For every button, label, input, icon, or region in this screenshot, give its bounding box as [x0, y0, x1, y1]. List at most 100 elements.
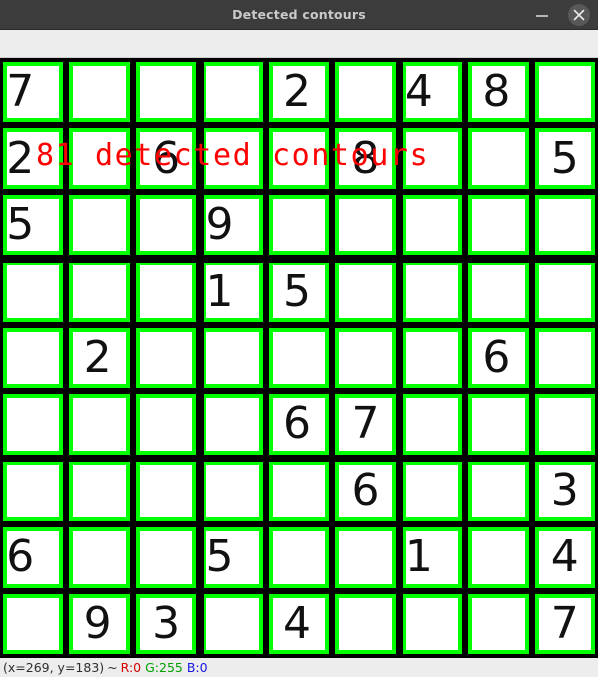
detected-contour-box: 3	[534, 460, 595, 522]
detected-contour-box	[3, 394, 64, 455]
detected-contour-box	[401, 593, 463, 654]
sudoku-cell: 7	[532, 591, 598, 657]
contour-count-overlay: 81 detected contours	[36, 138, 430, 173]
sudoku-cell	[266, 524, 332, 590]
detected-contour-box	[3, 261, 64, 322]
sudoku-digit: 3	[152, 597, 181, 649]
sudoku-cell	[133, 192, 199, 258]
detected-contour-box	[468, 460, 529, 522]
detected-contour-box	[202, 460, 263, 522]
window-title: Detected contours	[232, 7, 366, 22]
sudoku-digit: 6	[482, 331, 511, 383]
sudoku-digit	[539, 332, 591, 384]
toolbar	[0, 30, 598, 58]
sudoku-digit: 5	[205, 531, 234, 583]
sudoku-cell	[465, 258, 531, 324]
sudoku-cell	[133, 59, 199, 125]
sudoku-cell	[532, 258, 598, 324]
detected-contour-box	[3, 460, 64, 522]
sudoku-digit	[273, 199, 325, 251]
sudoku-digit	[472, 199, 524, 251]
sudoku-digit: 8	[482, 66, 511, 118]
sudoku-digit	[339, 265, 391, 317]
sudoku-cell	[66, 458, 132, 524]
detected-contour-box: 9	[69, 593, 130, 654]
detected-contour-box	[135, 62, 197, 123]
sudoku-cell	[399, 391, 465, 457]
sudoku-cell	[465, 591, 531, 657]
detected-contour-box: 5	[534, 128, 595, 189]
detected-contour-box	[335, 261, 396, 322]
sudoku-cell	[66, 391, 132, 457]
sudoku-digit	[140, 531, 192, 583]
minimize-icon	[536, 15, 548, 17]
detected-contour-box	[534, 261, 595, 322]
detected-contour-box	[401, 394, 463, 455]
status-bar: (x=269, y=183) ~ R:0 G:255 B:0	[0, 658, 598, 677]
sudoku-cell	[465, 192, 531, 258]
minimize-button[interactable]	[532, 5, 552, 25]
detected-contour-box	[135, 327, 197, 389]
detected-contour-box	[3, 327, 64, 389]
sudoku-digit	[539, 265, 591, 317]
detected-contour-box	[135, 460, 197, 522]
sudoku-digit	[406, 332, 458, 384]
sudoku-digit: 7	[550, 597, 579, 649]
sudoku-cell	[199, 325, 265, 391]
detected-contour-box	[202, 327, 263, 389]
sudoku-digit	[472, 132, 524, 184]
sudoku-digit: 6	[351, 464, 380, 516]
sudoku-digit: 9	[83, 597, 112, 649]
detected-contour-box	[202, 593, 263, 654]
sudoku-digit	[140, 265, 192, 317]
detected-contour-box	[534, 394, 595, 455]
sudoku-cell	[532, 391, 598, 457]
sudoku-cell	[133, 258, 199, 324]
detected-contour-box: 1	[202, 261, 263, 322]
sudoku-cell	[532, 59, 598, 125]
sudoku-digit	[339, 199, 391, 251]
sudoku-digit	[206, 598, 258, 650]
sudoku-cell: 4	[266, 591, 332, 657]
sudoku-digit	[73, 398, 125, 450]
detected-contour-box	[335, 194, 396, 256]
sudoku-cell	[332, 192, 398, 258]
sudoku-cell: 1	[399, 524, 465, 590]
image-canvas[interactable]: 72482685591526676365149347 81 detected c…	[0, 58, 598, 658]
sudoku-cell	[532, 192, 598, 258]
sudoku-cell	[66, 192, 132, 258]
sudoku-digit	[406, 398, 458, 450]
detected-contour-box	[135, 261, 197, 322]
detected-contour-box	[268, 527, 330, 588]
sudoku-cell	[199, 591, 265, 657]
sudoku-cell	[532, 325, 598, 391]
sudoku-digit	[539, 66, 591, 118]
sudoku-cell	[465, 125, 531, 191]
sudoku-cell	[332, 258, 398, 324]
sudoku-cell	[66, 258, 132, 324]
sudoku-cell	[399, 591, 465, 657]
sudoku-digit: 1	[404, 531, 433, 583]
sudoku-digit: 5	[6, 199, 35, 251]
sudoku-cell	[0, 325, 66, 391]
sudoku-cell	[465, 391, 531, 457]
sudoku-cell	[0, 458, 66, 524]
sudoku-digit	[206, 332, 258, 384]
sudoku-cell: 4	[399, 59, 465, 125]
close-button[interactable]	[568, 4, 590, 26]
sudoku-digit	[406, 598, 458, 650]
sudoku-digit	[539, 398, 591, 450]
sudoku-cell: 5	[532, 125, 598, 191]
detected-contour-box: 4	[401, 62, 463, 123]
close-icon	[573, 9, 585, 21]
sudoku-cell	[399, 192, 465, 258]
sudoku-digit: 3	[550, 464, 579, 516]
detected-contour-box	[468, 194, 529, 256]
sudoku-digit	[206, 66, 258, 118]
sudoku-digit	[140, 398, 192, 450]
detected-contour-box	[3, 593, 64, 654]
sudoku-cell	[332, 591, 398, 657]
sudoku-digit	[73, 465, 125, 517]
cursor-coordinates: (x=269, y=183)	[3, 660, 105, 675]
sudoku-cell	[399, 458, 465, 524]
